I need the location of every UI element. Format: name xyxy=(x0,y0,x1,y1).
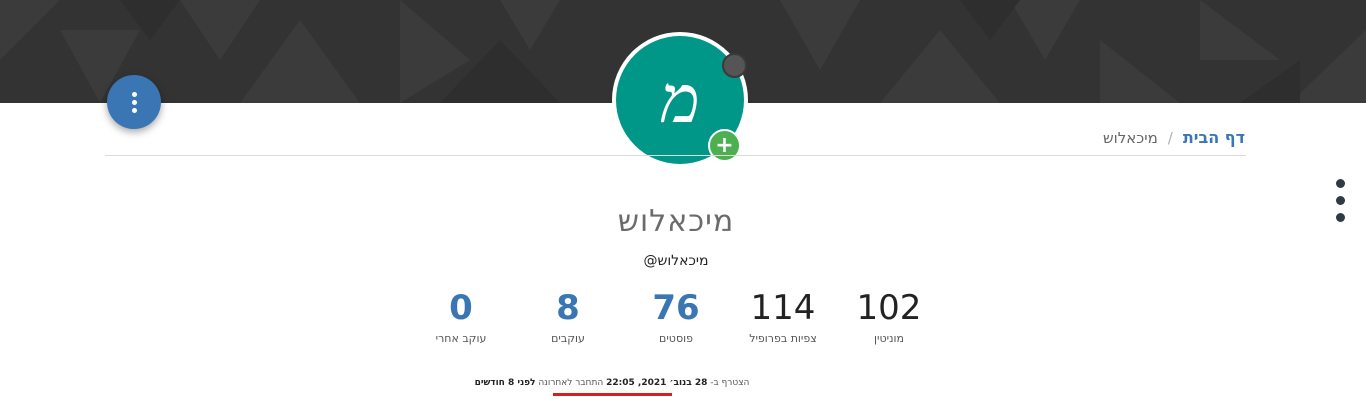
breadcrumb: דף הבית / מיכאלוש xyxy=(1103,128,1245,147)
stat-following[interactable]: 0 עוקב אחרי xyxy=(406,286,516,345)
plus-icon: + xyxy=(715,132,734,158)
stat-following-value[interactable]: 0 xyxy=(406,286,516,330)
highlight-underline xyxy=(553,393,672,396)
stat-posts-value[interactable]: 76 xyxy=(621,286,731,330)
last-seen-value: לפני 8 חודשים xyxy=(474,378,536,388)
joined-prefix: הצטרף ב- xyxy=(710,378,750,388)
stat-profile-views-value: 114 xyxy=(750,288,816,328)
breadcrumb-separator: / xyxy=(1167,128,1173,147)
stat-posts[interactable]: 76 פוסטים xyxy=(621,286,731,345)
stat-posts-label: פוסטים xyxy=(659,332,693,345)
joined-date: 28 בנוב׳ 2021, 22:05 xyxy=(606,378,708,388)
breadcrumb-current: מיכאלוש xyxy=(1103,128,1158,147)
profile-page: מ + דף הבית / מיכאלוש מיכאלוש @מיכאלוש 1… xyxy=(0,0,1366,413)
vertical-dots-icon xyxy=(131,91,137,113)
status-dot-icon xyxy=(722,53,747,78)
stat-reputation-label: מוניטין xyxy=(874,332,904,345)
stat-profile-views: 114 צפיות בפרופיל xyxy=(728,286,838,345)
stat-followers-label: עוקבים xyxy=(551,332,585,345)
joined-info: הצטרף ב- 28 בנוב׳ 2021, 22:05 התחבר לאחר… xyxy=(0,378,1224,388)
stat-following-label: עוקב אחרי xyxy=(435,332,487,345)
breadcrumb-home-link[interactable]: דף הבית xyxy=(1183,128,1245,147)
stat-profile-views-label: צפיות בפרופיל xyxy=(749,332,817,345)
display-name: מיכאלוש xyxy=(617,204,735,239)
dot-icon xyxy=(1336,179,1345,188)
stat-reputation: 102 מוניטין xyxy=(834,286,944,345)
add-photo-button[interactable]: + xyxy=(708,129,741,162)
stat-reputation-value: 102 xyxy=(856,288,922,328)
stat-followers[interactable]: 8 עוקבים xyxy=(513,286,623,345)
profile-options-button[interactable] xyxy=(107,75,161,129)
username: @מיכאלוש xyxy=(643,253,709,269)
stat-followers-value[interactable]: 8 xyxy=(513,286,623,330)
divider xyxy=(105,155,1246,156)
last-seen-prefix: התחבר לאחרונה xyxy=(538,378,604,388)
